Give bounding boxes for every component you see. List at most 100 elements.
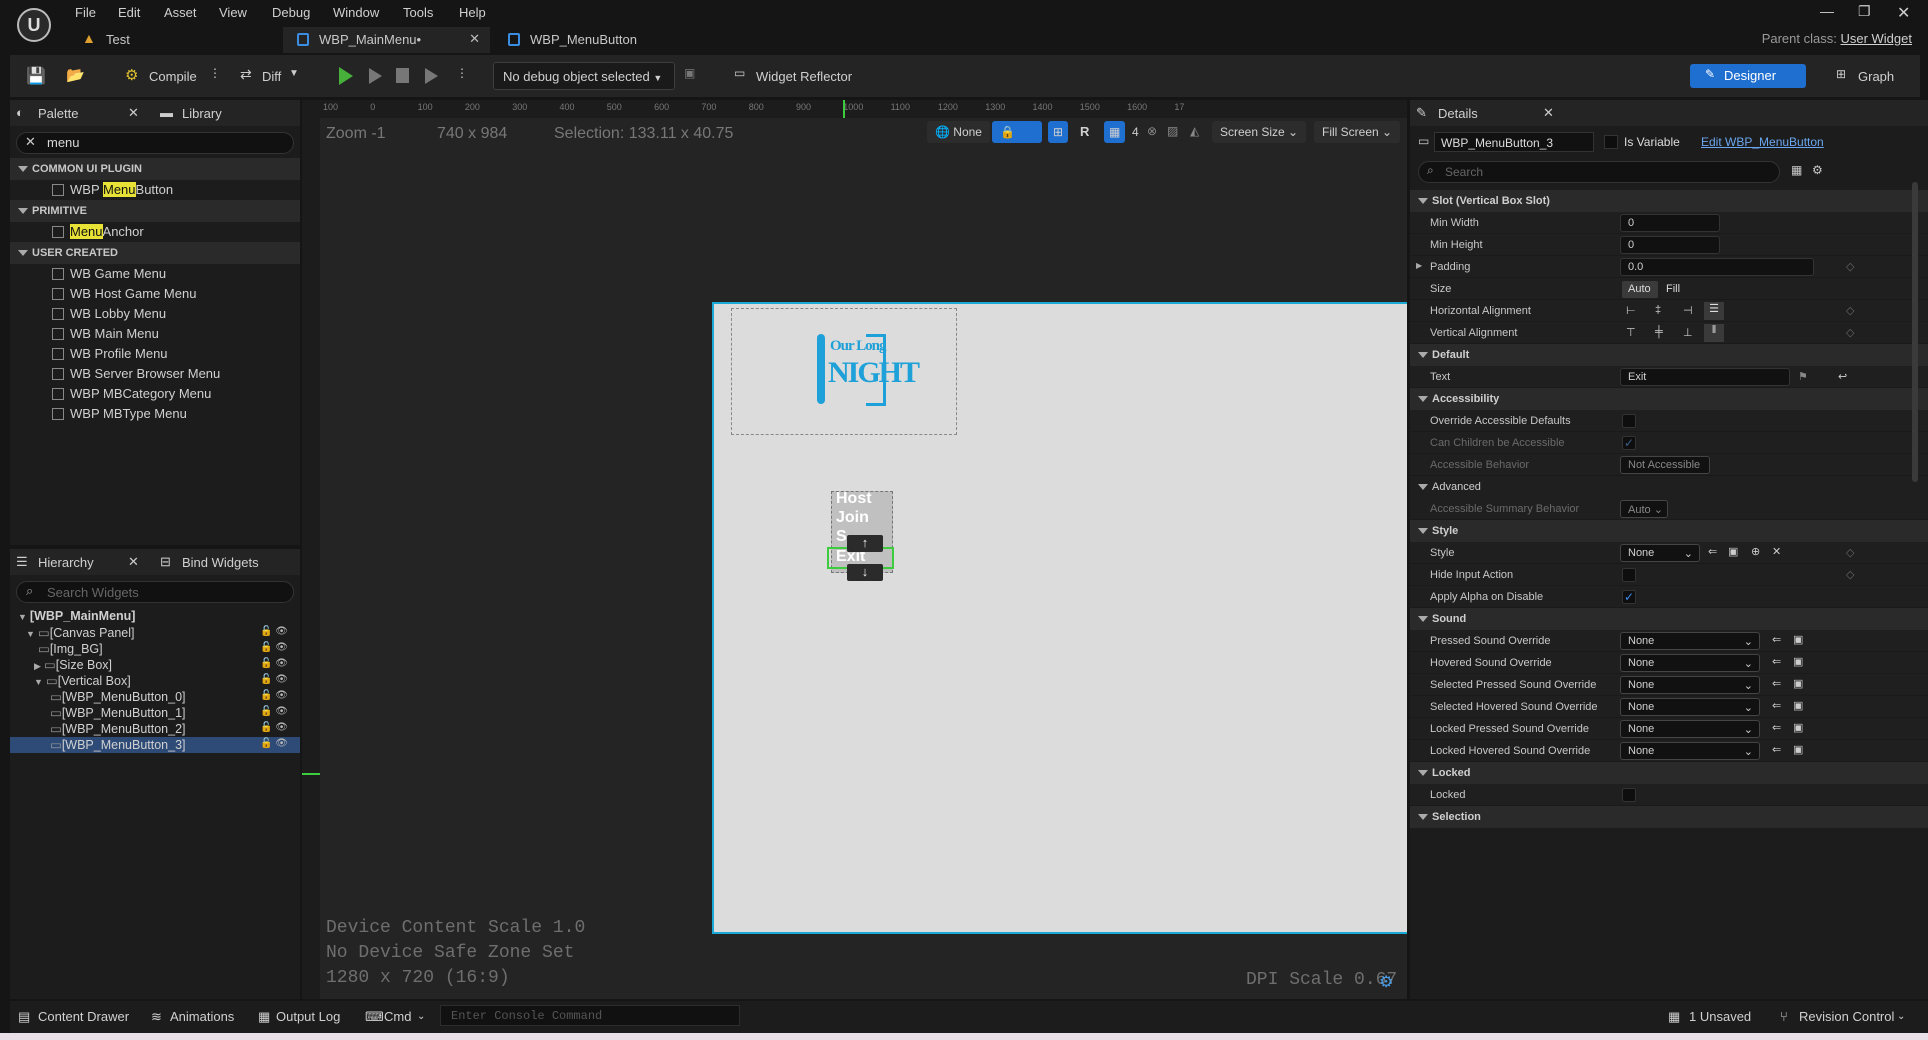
browse-asset-icon[interactable]: ▣ (1793, 721, 1803, 734)
hierarchy-close-icon[interactable]: ✕ (128, 554, 139, 570)
hierarchy-item[interactable]: ▭[WBP_MenuButton_2] 🔓 👁 (10, 721, 300, 737)
override-checkbox[interactable] (1622, 414, 1636, 428)
play-options-icon[interactable]: ⋮ (456, 66, 468, 80)
compile-button[interactable]: Compile (149, 69, 197, 84)
design-canvas[interactable]: Our Long NIGHT Host Join S Exit ↑ ↓ (712, 302, 1407, 934)
lock-icon[interactable]: 🔓 (260, 722, 272, 733)
use-selected-icon[interactable]: ⇐ (1772, 743, 1781, 756)
section-selection[interactable]: Selection (1410, 806, 1928, 828)
localization-button[interactable]: 🌐 None (927, 121, 990, 143)
style-dropdown[interactable]: None ⌄ (1620, 544, 1700, 562)
visibility-eye-icon[interactable]: 👁 (275, 674, 288, 685)
grid-size[interactable]: 4 (1132, 125, 1139, 139)
keyframe-icon[interactable]: ◇ (1846, 326, 1854, 339)
menu-tools[interactable]: Tools (403, 5, 433, 20)
use-selected-icon[interactable]: ⇐ (1708, 545, 1717, 558)
padding-input[interactable]: 0.0 (1620, 258, 1814, 276)
hierarchy-item[interactable]: ▭[Img_BG] 🔓 👁 (10, 641, 300, 657)
is-variable-checkbox[interactable] (1604, 135, 1618, 149)
grid-snap-icon[interactable]: ▦ (1104, 121, 1126, 143)
mirror-icon[interactable]: ◭ (1190, 124, 1199, 138)
content-drawer-button[interactable]: Content Drawer (38, 1009, 129, 1024)
debug-object-select[interactable]: No debug object selected ▼ (493, 62, 675, 90)
save-icon[interactable]: 💾 (26, 66, 46, 86)
min-width-input[interactable]: 0 (1620, 214, 1720, 232)
sound-dropdown[interactable]: None ⌄ (1620, 742, 1760, 760)
outline-icon[interactable]: ⊗ (1147, 124, 1157, 138)
section-slot[interactable]: Slot (Vertical Box Slot) (1410, 190, 1928, 212)
visibility-eye-icon[interactable]: 👁 (275, 642, 288, 653)
palette-item[interactable]: WB Host Game Menu (10, 284, 300, 304)
lock-icon[interactable]: 🔓 (260, 658, 272, 669)
hierarchy-item[interactable]: ▼ ▭[Canvas Panel] 🔓 👁 (10, 625, 300, 641)
library-tab[interactable]: Library (182, 106, 222, 121)
console-input[interactable]: Enter Console Command (440, 1005, 740, 1026)
browse-asset-icon[interactable]: ▣ (1728, 545, 1738, 558)
unreal-logo-icon[interactable]: U (17, 8, 51, 42)
keyframe-icon[interactable]: ◇ (1846, 568, 1854, 581)
align-fill-icon[interactable]: ☰ (1704, 302, 1724, 320)
output-log-button[interactable]: Output Log (276, 1009, 340, 1024)
palette-item[interactable]: WB Server Browser Menu (10, 364, 300, 384)
palette-item[interactable]: WB Profile Menu (10, 344, 300, 364)
visibility-eye-icon[interactable]: 👁 (275, 722, 288, 733)
tab-close-icon[interactable]: ✕ (469, 31, 480, 47)
palette-item[interactable]: WBP MBCategory Menu (10, 384, 300, 404)
collapse-arrow-icon[interactable]: ▼ (26, 629, 35, 639)
r-toggle[interactable]: R (1080, 124, 1089, 139)
widget-reflector-button[interactable]: Widget Reflector (756, 69, 852, 84)
respect-locks-icon[interactable]: ⊞ (1048, 121, 1069, 143)
expand-icon[interactable]: ▶ (1416, 261, 1422, 270)
palette-category[interactable]: PRIMITIVE (10, 200, 300, 222)
menu-edit[interactable]: Edit (118, 5, 140, 20)
menu-debug[interactable]: Debug (272, 5, 310, 20)
hierarchy-item[interactable]: ▭[WBP_MenuButton_3] 🔓 👁 (10, 737, 300, 753)
align-bottom-icon[interactable]: ⊥ (1683, 326, 1693, 339)
visibility-eye-icon[interactable]: 👁 (275, 626, 288, 637)
keyframe-icon[interactable]: ◇ (1846, 546, 1854, 559)
menu-window[interactable]: Window (333, 5, 379, 20)
palette-close-icon[interactable]: ✕ (128, 105, 139, 121)
palette-item[interactable]: WB Lobby Menu (10, 304, 300, 324)
hierarchy-item[interactable]: ▭[WBP_MenuButton_1] 🔓 👁 (10, 705, 300, 721)
use-selected-icon[interactable]: ⇐ (1772, 677, 1781, 690)
join-button[interactable]: Join (836, 509, 869, 527)
move-up-arrow-icon[interactable]: ↑ (847, 535, 883, 552)
minimize-icon[interactable]: — (1820, 3, 1834, 19)
chevron-down-icon[interactable]: ⌄ (417, 1011, 425, 1022)
expand-arrow-icon[interactable]: ▶ (34, 661, 41, 671)
graph-button[interactable]: Graph (1858, 69, 1894, 84)
section-sound[interactable]: Sound (1410, 608, 1928, 630)
use-selected-icon[interactable]: ⇐ (1772, 721, 1781, 734)
tab-wbp-menubutton[interactable]: WBP_MenuButton (494, 27, 694, 53)
lock-icon[interactable]: 🔓 (260, 690, 272, 701)
lock-icon[interactable]: 🔓 (260, 706, 272, 717)
section-default[interactable]: Default (1410, 344, 1928, 366)
palette-item[interactable]: WB Main Menu (10, 324, 300, 344)
visibility-eye-icon[interactable]: 👁 (275, 690, 288, 701)
edit-menubutton-link[interactable]: Edit WBP_MenuButton (1701, 135, 1824, 149)
screen-size-dropdown[interactable]: Screen Size ⌄ (1212, 121, 1307, 143)
menu-file[interactable]: File (75, 5, 96, 20)
details-scrollbar[interactable] (1912, 182, 1918, 482)
hierarchy-item[interactable]: ▭[WBP_MenuButton_0] 🔓 👁 (10, 689, 300, 705)
section-advanced[interactable]: Advanced (1410, 476, 1928, 498)
settings-button[interactable]: S (836, 528, 847, 546)
palette-search-input[interactable]: ✕ menu (16, 132, 294, 154)
fill-screen-dropdown[interactable]: Fill Screen ⌄ (1314, 121, 1401, 143)
align-top-icon[interactable]: ⊤ (1626, 326, 1636, 339)
visibility-eye-icon[interactable]: 👁 (275, 738, 288, 749)
min-height-input[interactable]: 0 (1620, 236, 1720, 254)
lock-icon[interactable]: 🔓 (260, 738, 272, 749)
hierarchy-item[interactable]: ▼ [WBP_MainMenu] (10, 609, 300, 625)
flag-icon[interactable]: ⚑ (1798, 370, 1808, 383)
parent-class-link[interactable]: User Widget (1840, 31, 1912, 46)
browse-icon[interactable]: 📂 (66, 66, 85, 84)
keyframe-icon[interactable]: ◇ (1846, 260, 1854, 273)
image-icon[interactable]: ▨ (1167, 124, 1178, 138)
use-selected-icon[interactable]: ⇐ (1772, 699, 1781, 712)
size-fill-button[interactable]: Fill (1660, 281, 1696, 298)
tab-wbp-mainmenu[interactable]: WBP_MainMenu• ✕ (283, 27, 490, 53)
sound-dropdown[interactable]: None ⌄ (1620, 632, 1760, 650)
sound-dropdown[interactable]: None ⌄ (1620, 676, 1760, 694)
